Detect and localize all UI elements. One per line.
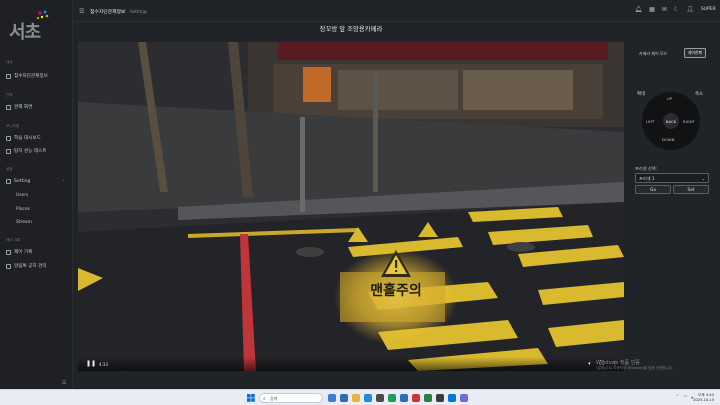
- pause-icon[interactable]: ❚❚: [86, 360, 96, 367]
- preset-select[interactable]: 프리셋 1 ⌄: [635, 173, 709, 183]
- section-title: 제어 기록: [6, 238, 21, 242]
- sidebar-item-label: Setting: [14, 178, 31, 184]
- sidebar-subitem-places[interactable]: Places: [16, 207, 30, 212]
- app-icon[interactable]: [388, 393, 396, 402]
- section-title: 설정: [6, 167, 13, 171]
- sidebar-item-alimtalk[interactable]: 알림톡 공지 관리: [6, 262, 47, 270]
- windows-taskbar: ⌕ 검색 ⌃ ◠ 🔈︎ 오후 4:43 2025-10-15: [0, 389, 720, 405]
- app-window: 서초 대쉬 침수자단관제정보 관제 관제 화면 모니터링 학습 대시보드 탐지 …: [0, 0, 720, 389]
- app-icon[interactable]: [400, 393, 408, 402]
- video-time: 4:33: [99, 361, 108, 367]
- log-icon: [6, 249, 11, 255]
- monitor-icon: [6, 104, 11, 110]
- menu-icon[interactable]: ☰: [79, 8, 84, 15]
- sidebar-item-label: 알림톡 공지 관리: [14, 264, 47, 269]
- app-icon[interactable]: [412, 393, 420, 402]
- app-icon[interactable]: [424, 393, 432, 402]
- mail-icon[interactable]: ✉: [662, 6, 667, 13]
- test-icon: [6, 148, 11, 154]
- manhole-caution-text: 맨홀주의: [370, 282, 422, 299]
- chart-icon: [6, 135, 11, 141]
- chevron-up-icon[interactable]: ⌃: [62, 179, 65, 184]
- app-icon[interactable]: [460, 393, 468, 402]
- logo-stars-icon: [36, 10, 49, 20]
- preset-value: 프리셋 1: [639, 176, 655, 181]
- system-tray: ⌃ ◠ 🔈︎: [676, 395, 694, 401]
- down-button[interactable]: DOWN: [662, 137, 675, 142]
- grid-icon[interactable]: ▦: [649, 6, 655, 13]
- clock-date: 2025-10-15: [693, 397, 714, 402]
- zoom-in-button[interactable]: 확대: [637, 91, 645, 97]
- sidebar-item-label: 제어 기록: [14, 250, 33, 255]
- edge-icon[interactable]: [364, 393, 372, 402]
- breadcrumb[interactable]: 침수자단관제정보: [90, 8, 125, 15]
- control-mode-label: 카메라 제어 모드: [639, 51, 668, 56]
- moon-icon[interactable]: ☾: [674, 6, 679, 13]
- wifi-icon[interactable]: ◠: [683, 395, 687, 401]
- volume-icon[interactable]: 🔈︎: [588, 360, 592, 368]
- sidebar-item-control-screen[interactable]: 관제 화면: [6, 103, 32, 111]
- sidebar-item-dashboard[interactable]: 침수자단관제정보: [6, 72, 48, 80]
- taskbar-clock[interactable]: 오후 4:43 2025-10-15: [693, 393, 714, 403]
- preset-label: 프리셋 선택:: [635, 166, 658, 171]
- control-reset-button[interactable]: 제어한폐: [684, 48, 706, 58]
- right-button[interactable]: RIGHT: [683, 119, 695, 124]
- store-icon[interactable]: [376, 393, 384, 402]
- sidebar-item-setting[interactable]: Setting: [6, 177, 30, 185]
- windows-start-icon[interactable]: [247, 394, 255, 402]
- top-header: ☰ 침수자단관제정보 Settings 🔔︎ ▦ ✉ ☾ 👤︎ SUPER: [73, 0, 720, 22]
- terminal-icon[interactable]: [436, 393, 444, 402]
- grid-icon: [6, 73, 11, 79]
- app-icon[interactable]: [448, 393, 456, 402]
- video-controls: ❚❚ 4:33 🔈︎ ⛶ ⋮: [78, 357, 624, 371]
- camera-scene-image: 맨홀주의: [78, 42, 624, 371]
- sidebar-item-detection-test[interactable]: 탐지 성능 테스트: [6, 147, 47, 155]
- sidebar-item-label: 관제 화면: [14, 105, 33, 110]
- sidebar-subitem-stream[interactable]: Stream: [16, 220, 32, 225]
- activation-watermark-title: Windows 정품 인증: [596, 360, 640, 366]
- taskview-icon[interactable]: [328, 393, 336, 402]
- section-title: 모니터링: [6, 124, 20, 128]
- back-button[interactable]: BACK: [663, 113, 679, 129]
- user-icon[interactable]: 👤︎: [686, 6, 694, 13]
- left-button[interactable]: LEFT: [646, 119, 655, 124]
- username[interactable]: SUPER: [701, 7, 716, 12]
- activation-watermark-text: [설정]으로 이동하여 Windows를 정품 인증합니다.: [596, 366, 674, 370]
- sidebar-item-control-log[interactable]: 제어 기록: [6, 248, 32, 256]
- taskbar-search-placeholder: 검색: [270, 396, 278, 401]
- page-title: 장꼬방 앞 조망용카메라: [319, 25, 383, 33]
- preset-go-button[interactable]: Go: [635, 185, 671, 194]
- section-title: 관제: [6, 93, 13, 97]
- collapse-sidebar-icon[interactable]: ☰: [62, 380, 66, 386]
- zoom-out-button[interactable]: 축소: [695, 91, 703, 97]
- sidebar-subitem-users[interactable]: Users: [16, 193, 28, 198]
- taskbar-search[interactable]: ⌕ 검색: [259, 393, 323, 403]
- sidebar-item-label: 침수자단관제정보: [14, 74, 48, 79]
- ptz-direction-pad: UP DOWN LEFT RIGHT BACK: [642, 92, 700, 150]
- sidebar-item-learning-dashboard[interactable]: 학습 대시보드: [6, 134, 41, 142]
- breadcrumb-sub[interactable]: Settings: [130, 9, 147, 14]
- up-button[interactable]: UP: [667, 96, 672, 101]
- sidebar-item-label: 학습 대시보드: [14, 136, 41, 141]
- chevron-up-icon[interactable]: ⌃: [676, 395, 680, 401]
- sidebar: 서초 대쉬 침수자단관제정보 관제 관제 화면 모니터링 학습 대시보드 탐지 …: [0, 0, 73, 389]
- bell-icon: [6, 263, 11, 269]
- section-title: 대쉬: [6, 60, 13, 64]
- preset-set-button[interactable]: Set: [673, 185, 709, 194]
- app-icon[interactable]: [340, 393, 348, 402]
- file-explorer-icon[interactable]: [352, 393, 360, 402]
- bell-icon[interactable]: 🔔︎: [635, 6, 643, 13]
- sidebar-item-label: 탐지 성능 테스트: [14, 149, 47, 154]
- chevron-down-icon: ⌄: [701, 175, 705, 181]
- gear-icon: [6, 178, 11, 184]
- header-actions: 🔔︎ ▦ ✉ ☾ 👤︎ SUPER: [635, 6, 717, 13]
- search-icon: ⌕: [263, 396, 266, 402]
- camera-video[interactable]: 맨홀주의 ❚❚ 4:33 🔈︎ ⛶ ⋮: [78, 42, 624, 371]
